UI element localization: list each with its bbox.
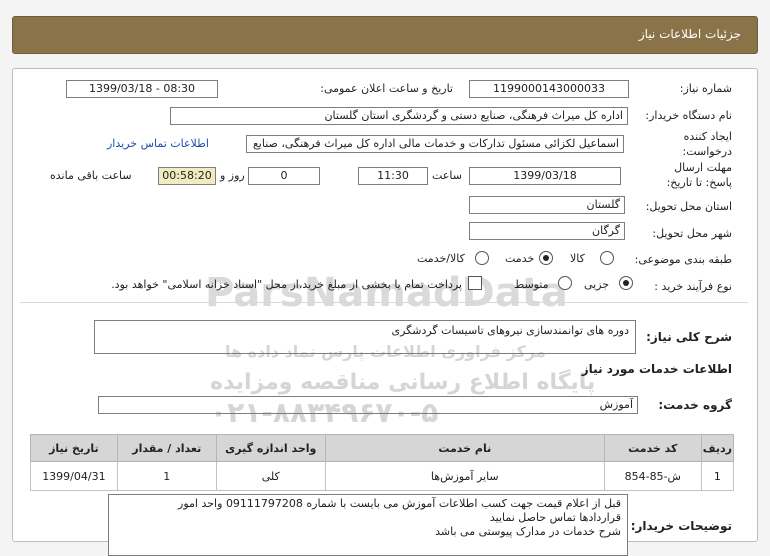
creator-field: اسماعیل لکزائی مسئول تدارکات و خدمات مال… bbox=[246, 135, 624, 153]
col-name-header: نام خدمت bbox=[324, 434, 605, 462]
cell-qty: 1 bbox=[116, 461, 217, 491]
remaining-label: ساعت باقی مانده bbox=[50, 169, 132, 182]
process-minor-radio[interactable] bbox=[619, 276, 633, 290]
announce-label: تاریخ و ساعت اعلان عمومی: bbox=[320, 82, 453, 95]
process-label: نوع فرآیند خرید : bbox=[654, 280, 732, 293]
cell-unit: کلی bbox=[215, 461, 326, 491]
col-qty-header: تعداد / مقدار bbox=[116, 434, 217, 462]
cell-date: 1399/04/31 bbox=[30, 461, 118, 491]
watermark-line-3: پایگاه اطلاع رسانی مناقصه ومزایده bbox=[210, 370, 596, 395]
divider bbox=[20, 302, 748, 303]
buyer-notes-label: توضیحات خریدار: bbox=[630, 519, 732, 533]
table-header-row: ردیف کد خدمت نام خدمت واحد اندازه گیری ت… bbox=[30, 434, 735, 462]
days-label: روز و bbox=[220, 169, 245, 182]
page-title: جزئیات اطلاعات نیاز bbox=[638, 27, 741, 41]
city-label: شهر محل تحویل: bbox=[652, 227, 732, 240]
buyer-notes-text: قبل از اعلام قیمت جهت کسب اطلاعات آموزش … bbox=[178, 497, 621, 539]
service-group-field: آموزش bbox=[98, 396, 638, 414]
summary-text: دوره های توانمندسازی نیروهای تاسیسات گرد… bbox=[391, 324, 629, 337]
summary-box: دوره های توانمندسازی نیروهای تاسیسات گرد… bbox=[94, 320, 636, 354]
process-medium-label: متوسط bbox=[514, 278, 549, 291]
contact-buyer-link[interactable]: اطلاعات تماس خریدار bbox=[107, 137, 209, 150]
hour-label: ساعت bbox=[432, 169, 462, 182]
buyer-notes-line: قبل از اعلام قیمت جهت کسب اطلاعات آموزش … bbox=[178, 497, 621, 510]
category-goods-label: کالا bbox=[570, 252, 585, 265]
category-label: طبقه بندی موضوعی: bbox=[634, 253, 732, 266]
deadline-label: مهلت ارسال پاسخ: تا تاریخ: bbox=[666, 161, 732, 189]
services-section-title: اطلاعات خدمات مورد نیاز bbox=[581, 362, 732, 376]
cell-code: ش-85-854 bbox=[603, 461, 702, 491]
page-header: جزئیات اطلاعات نیاز bbox=[12, 16, 758, 54]
summary-label: شرح کلی نیاز: bbox=[646, 330, 732, 344]
cell-name: سایر آموزش‌ها bbox=[324, 461, 605, 491]
buyer-notes-box: قبل از اعلام قیمت جهت کسب اطلاعات آموزش … bbox=[108, 494, 628, 556]
cell-row: 1 bbox=[700, 461, 735, 491]
category-service-label: خدمت bbox=[505, 252, 535, 265]
deadline-date-field: 1399/03/18 bbox=[469, 167, 621, 185]
city-field: گرگان bbox=[469, 222, 625, 240]
remaining-time-field: 00:58:20 bbox=[158, 167, 216, 185]
category-goods-radio[interactable] bbox=[600, 251, 614, 265]
buyer-label: نام دستگاه خریدار: bbox=[645, 109, 732, 122]
category-both-label: کالا/خدمت bbox=[417, 252, 465, 265]
creator-label: ایجاد کننده درخواست: bbox=[682, 130, 732, 158]
announce-field: 1399/03/18 - 08:30 bbox=[66, 80, 218, 98]
deadline-time-field: 11:30 bbox=[358, 167, 428, 185]
col-unit-header: واحد اندازه گیری bbox=[215, 434, 326, 462]
process-minor-label: جزیی bbox=[584, 278, 610, 291]
need-number-field: 1199000143000033 bbox=[469, 80, 629, 98]
col-code-header: کد خدمت bbox=[603, 434, 702, 462]
province-field: گلستان bbox=[469, 196, 625, 214]
treasury-checkbox[interactable] bbox=[468, 276, 482, 290]
table-row: 1 ش-85-854 سایر آموزش‌ها کلی 1 1399/04/3… bbox=[30, 461, 735, 491]
watermark-brand: ParsNamadData bbox=[205, 270, 568, 316]
category-both-radio[interactable] bbox=[475, 251, 489, 265]
buyer-notes-line: شرح خدمات در مدارک پیوستی می باشد bbox=[435, 525, 621, 538]
process-medium-radio[interactable] bbox=[558, 276, 572, 290]
buyer-notes-line: قراردادها تماس حاصل نمایید bbox=[489, 511, 621, 524]
col-date-header: تاریخ نیاز bbox=[30, 434, 118, 462]
category-service-radio[interactable] bbox=[539, 251, 553, 265]
need-number-label: شماره نیاز: bbox=[679, 82, 732, 95]
payment-note: پرداخت تمام یا بخشی از مبلغ خرید،از محل … bbox=[111, 278, 462, 291]
services-table: ردیف کد خدمت نام خدمت واحد اندازه گیری ت… bbox=[30, 434, 735, 491]
col-row-header: ردیف bbox=[700, 434, 735, 462]
province-label: استان محل تحویل: bbox=[645, 200, 732, 213]
service-group-label: گروه خدمت: bbox=[658, 398, 732, 412]
days-field: 0 bbox=[248, 167, 320, 185]
buyer-field: اداره کل میراث فرهنگی، صنایع دستی و گردش… bbox=[170, 107, 628, 125]
